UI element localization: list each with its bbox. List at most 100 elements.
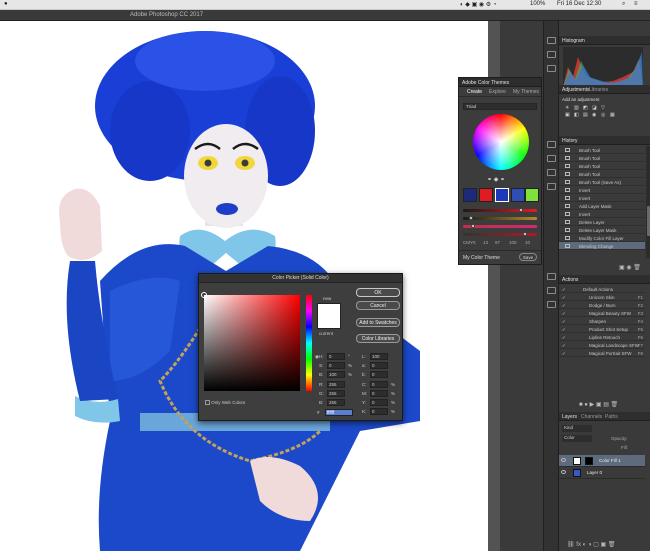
properties-icon[interactable]: [547, 287, 556, 294]
action-item[interactable]: ✓ Unicorn Skin F1: [559, 293, 645, 301]
color-themes-icon[interactable]: [547, 65, 556, 72]
actions-footer-icons[interactable]: ■ ● ▶ ▣ ▤ 🗑: [579, 401, 618, 408]
tab-adjustments[interactable]: Adjustments: [562, 87, 590, 93]
tab-paths[interactable]: Paths: [605, 414, 618, 420]
theme-swatch[interactable]: [525, 188, 539, 202]
levels-icon[interactable]: ▥: [574, 105, 582, 111]
tab-libraries[interactable]: Libraries: [589, 87, 608, 93]
y-field[interactable]: Y: 0%: [362, 399, 395, 406]
web-colors-checkbox[interactable]: [205, 400, 210, 406]
action-item[interactable]: ✓ Product Shot Setup F5: [559, 325, 645, 333]
slider-channel-1[interactable]: [463, 208, 537, 212]
bw-icon[interactable]: ▤: [583, 112, 591, 118]
check-icon[interactable]: ✓: [562, 319, 566, 325]
history-icon[interactable]: [547, 141, 556, 148]
layers-footer-icons[interactable]: ⛓ fx ◐ ◑ ▢ ▣ 🗑: [567, 541, 616, 548]
slider-channel-4[interactable]: [463, 232, 537, 236]
ok-button[interactable]: OK: [356, 288, 400, 297]
balance-icon[interactable]: ◧: [574, 112, 582, 118]
a-field[interactable]: a: 0: [362, 362, 388, 369]
theme-name[interactable]: My Color Theme: [463, 255, 500, 261]
exposure-icon[interactable]: ◪: [592, 105, 600, 111]
m-field[interactable]: M: 0%: [362, 390, 395, 397]
history-header[interactable]: History: [559, 136, 650, 145]
l-field[interactable]: L: 100: [362, 353, 388, 360]
add-to-swatches-button[interactable]: Add to Swatches: [356, 318, 400, 327]
clock[interactable]: Fri 16 Dec 12:30: [557, 1, 601, 7]
history-item[interactable]: Brush Tool: [559, 170, 645, 178]
history-scrollbar[interactable]: [646, 146, 650, 258]
menu-icon[interactable]: ≡: [634, 1, 638, 7]
eye-icon[interactable]: [561, 470, 566, 474]
action-item[interactable]: ✓ Sharpen F4: [559, 317, 645, 325]
layer-row[interactable]: Layer 0: [559, 467, 645, 479]
history-item[interactable]: Brush Tool: [559, 154, 645, 162]
check-icon[interactable]: ✓: [562, 335, 566, 341]
history-footer-icons[interactable]: ▣ ◉ 🗑: [619, 264, 641, 271]
check-icon[interactable]: ✓: [562, 351, 566, 357]
h-field[interactable]: ◉ H: 0 °: [315, 353, 350, 360]
lookup-icon[interactable]: ▦: [610, 112, 618, 118]
color-libraries-button[interactable]: Color Libraries: [356, 334, 400, 343]
history-item[interactable]: Brush Tool: [559, 162, 645, 170]
actions-header[interactable]: Actions: [559, 275, 650, 284]
history-item[interactable]: Invert: [559, 186, 645, 194]
tab-my-themes[interactable]: My Themes: [513, 89, 539, 95]
check-icon[interactable]: ✓: [562, 295, 566, 301]
action-item[interactable]: ✓ Lipline Retouch F6: [559, 333, 645, 341]
layer-kind-filter[interactable]: Kind: [562, 425, 592, 432]
tab-explore[interactable]: Explore: [489, 89, 506, 95]
hue-icon[interactable]: ▣: [565, 112, 573, 118]
check-icon[interactable]: ✓: [562, 311, 566, 317]
color-themes-title[interactable]: Adobe Color Themes: [459, 78, 541, 87]
search-icon[interactable]: ⌕: [622, 1, 625, 8]
check-icon[interactable]: ✓: [562, 287, 566, 293]
wheel-tool-icons[interactable]: ⚭ ◆ ⚭: [487, 176, 505, 183]
theme-swatch[interactable]: [479, 188, 493, 202]
lab-b-field[interactable]: b: 0: [362, 371, 388, 378]
brush-icon[interactable]: [547, 155, 556, 162]
b-field[interactable]: B: 100%: [319, 371, 352, 378]
save-button[interactable]: Save: [519, 253, 537, 261]
history-item[interactable]: Invert: [559, 194, 645, 202]
check-icon[interactable]: ✓: [562, 327, 566, 333]
slider-channel-2[interactable]: [463, 216, 537, 220]
check-icon[interactable]: ✓: [562, 343, 566, 349]
history-item[interactable]: Modify Color Fill Layer: [559, 234, 645, 242]
vibrance-icon[interactable]: ▽: [601, 105, 609, 111]
check-icon[interactable]: ✓: [562, 303, 566, 309]
tab-channels[interactable]: Channels: [581, 414, 602, 420]
history-item[interactable]: Invert: [559, 210, 645, 218]
layer-row[interactable]: Color Fill 1: [559, 455, 645, 467]
color-rule-select[interactable]: Triad: [463, 103, 537, 110]
history-item[interactable]: Delete Layer Mask: [559, 226, 645, 234]
action-item[interactable]: ✓ Magical Beauty SFW F3: [559, 309, 645, 317]
info-icon[interactable]: [547, 51, 556, 58]
photo-filter-icon[interactable]: ◉: [592, 112, 600, 118]
hue-slider[interactable]: [306, 295, 312, 391]
character-icon[interactable]: [547, 169, 556, 176]
c-field[interactable]: C: 0%: [362, 381, 395, 388]
action-item[interactable]: ✓ Dodge / Burn F2: [559, 301, 645, 309]
saturation-brightness-field[interactable]: [201, 292, 300, 391]
action-item[interactable]: ✓ Magical Portrait SFW F8: [559, 349, 645, 357]
action-set[interactable]: ✓ Default Actions: [559, 285, 645, 293]
theme-swatch[interactable]: [511, 188, 525, 202]
blend-mode-select[interactable]: Color: [562, 435, 592, 442]
mixer-icon[interactable]: ◎: [601, 112, 609, 118]
color-cursor[interactable]: [201, 292, 207, 298]
eye-icon[interactable]: [561, 458, 566, 462]
blue-field[interactable]: B: 255: [319, 399, 345, 406]
color-wheel[interactable]: [473, 114, 529, 170]
history-item[interactable]: Add Layer Mask: [559, 202, 645, 210]
history-item-selected[interactable]: Blending Change: [559, 242, 645, 250]
s-field[interactable]: S: 0%: [319, 362, 352, 369]
dialog-title[interactable]: Color Picker (Solid Color): [199, 274, 402, 283]
histogram-header[interactable]: Histogram: [559, 36, 650, 45]
curves-icon[interactable]: ◩: [583, 105, 591, 111]
swatches-icon[interactable]: [547, 301, 556, 308]
cancel-button[interactable]: Cancel: [356, 301, 400, 310]
hex-field[interactable]: # ffffff: [317, 409, 353, 416]
history-item[interactable]: Brush Tool (Save As): [559, 178, 645, 186]
apple-icon[interactable]: ●: [4, 1, 8, 7]
